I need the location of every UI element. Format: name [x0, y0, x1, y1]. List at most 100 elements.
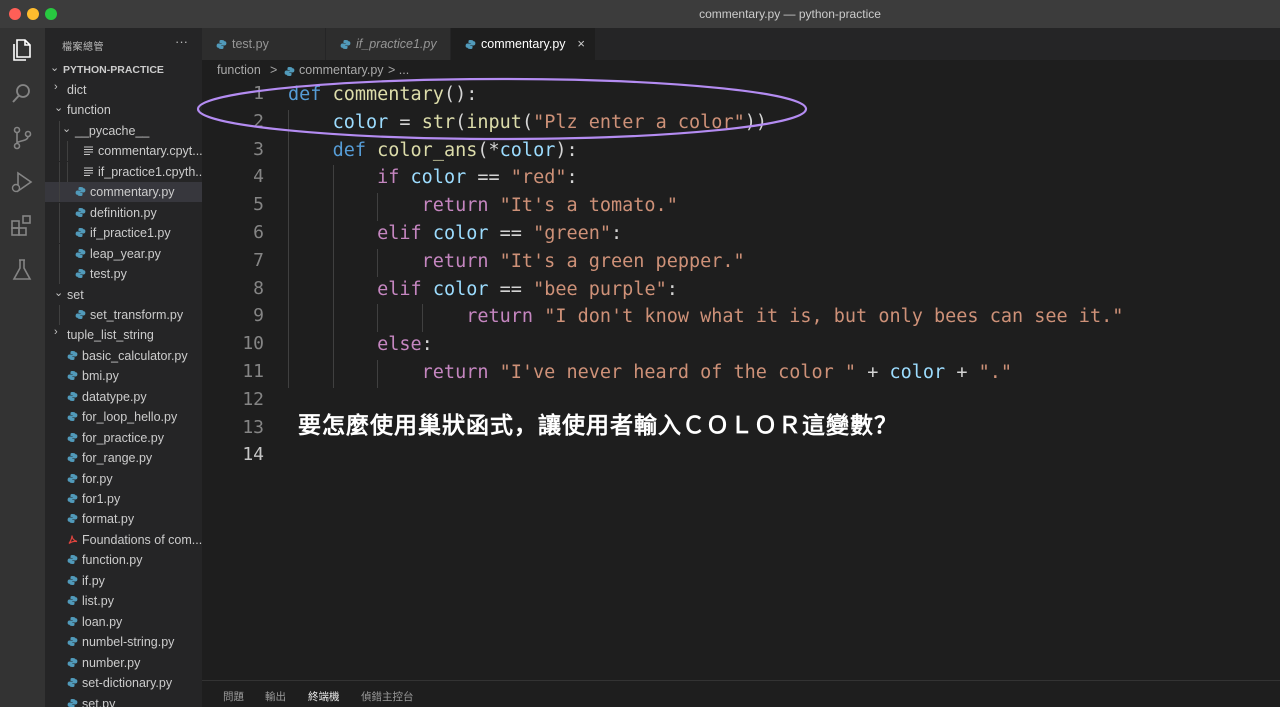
chevron-down-icon: ⌄ [50, 62, 60, 74]
tree-folder[interactable]: ⌄ set [45, 285, 202, 305]
python-file-icon [67, 432, 78, 443]
tree-file[interactable]: set.py [45, 694, 202, 707]
tree-item-label: set-dictionary.py [82, 676, 173, 691]
indent-guide [59, 202, 60, 223]
breadcrumb-folder[interactable]: function [217, 63, 261, 77]
close-tab-icon[interactable]: × [577, 36, 585, 51]
tree-item-label: __pycache__ [75, 123, 150, 138]
python-file-icon [75, 268, 86, 279]
panel-tab-problems[interactable]: 問題 [223, 689, 244, 704]
tree-file[interactable]: format.py [45, 509, 202, 529]
python-file-icon [67, 595, 78, 606]
tree-item-label: definition.py [90, 205, 157, 220]
python-file-icon [216, 39, 227, 50]
tree-folder[interactable]: › dict [45, 80, 202, 100]
tree-file[interactable]: if.py [45, 571, 202, 591]
extensions-icon[interactable] [8, 212, 36, 240]
source-control-icon[interactable] [8, 124, 36, 152]
tree-file[interactable]: for_loop_hello.py [45, 407, 202, 427]
tree-item-label: dict [67, 83, 87, 97]
breadcrumb-symbols[interactable]: > ... [388, 63, 409, 77]
files-icon[interactable] [8, 36, 36, 64]
tree-file[interactable]: commentary.py [45, 182, 202, 203]
tree-file[interactable]: list.py [45, 591, 202, 611]
tree-file[interactable]: definition.py [45, 202, 202, 223]
tree-file[interactable]: function.py [45, 550, 202, 570]
text-file-icon [83, 145, 94, 156]
pdf-file-icon [67, 534, 78, 545]
code-text: def commentary(): [288, 84, 478, 105]
tab-commentary-py[interactable]: commentary.py × [451, 28, 596, 60]
tree-file[interactable]: commentary.cpyt... [45, 141, 202, 162]
code-line[interactable]: 2 color = str(input("Plz enter a color")… [202, 110, 1280, 138]
tree-item-label: set [67, 287, 84, 302]
tab-if-practice1-py[interactable]: if_practice1.py [326, 28, 451, 60]
tree-file[interactable]: number.py [45, 653, 202, 673]
tree-file[interactable]: numbel-string.py [45, 632, 202, 652]
line-number: 3 [253, 138, 264, 160]
breadcrumb-file[interactable]: commentary.py [299, 63, 384, 77]
tab-label: test.py [232, 37, 269, 51]
code-line[interactable]: 4 if color == "red": [202, 165, 1280, 193]
code-line[interactable]: 1 def commentary(): [202, 82, 1280, 110]
indent-guide [59, 141, 60, 162]
run-debug-icon[interactable] [8, 168, 36, 196]
code-line[interactable]: 7 return "It's a green pepper." [202, 249, 1280, 277]
tree-file[interactable]: if_practice1.cpyth... [45, 161, 202, 182]
tree-file[interactable]: set_transform.py [45, 304, 202, 325]
code-line[interactable]: 9 return "I don't know what it is, but o… [202, 304, 1280, 332]
tree-file[interactable]: test.py [45, 264, 202, 285]
code-line[interactable]: 5 return "It's a tomato." [202, 193, 1280, 221]
tree-file[interactable]: for_range.py [45, 448, 202, 468]
tree-folder[interactable]: ⌄ __pycache__ [45, 120, 202, 141]
title-bar: commentary.py — python-practice [0, 0, 1280, 28]
breadcrumb-separator: > [270, 63, 278, 77]
chevron-right-icon: › [54, 326, 58, 339]
indent-guide [59, 243, 60, 264]
line-number: 8 [253, 277, 264, 299]
code-line[interactable]: 3 def color_ans(*color): [202, 138, 1280, 166]
python-file-icon [67, 636, 78, 647]
python-file-icon [67, 493, 78, 504]
code-line[interactable]: 6 elif color == "green": [202, 221, 1280, 249]
code-text: def color_ans(*color): [332, 139, 578, 161]
python-file-icon [67, 411, 78, 422]
tree-file[interactable]: basic_calculator.py [45, 346, 202, 366]
line-number: 11 [242, 361, 264, 382]
code-text: if color == "red": [377, 167, 578, 189]
tree-folder[interactable]: ⌄ function [45, 100, 202, 120]
tree-file[interactable]: for_practice.py [45, 428, 202, 448]
tab-label: commentary.py [481, 37, 566, 51]
testing-icon[interactable] [8, 256, 36, 284]
code-line[interactable]: 10 else: [202, 332, 1280, 360]
tree-file[interactable]: set-dictionary.py [45, 673, 202, 693]
explorer-header: 檔案總管 ··· [45, 28, 202, 60]
more-actions-icon[interactable]: ··· [175, 34, 188, 49]
panel-tab-terminal[interactable]: 終端機 [308, 689, 340, 704]
tree-file[interactable]: leap_year.py [45, 243, 202, 264]
tree-file[interactable]: loan.py [45, 612, 202, 632]
search-icon[interactable] [8, 80, 36, 108]
code-text: else: [377, 334, 433, 356]
code-line[interactable]: 11 return "I've never heard of the color… [202, 360, 1280, 388]
code-text: elif color == "green": [377, 223, 623, 244]
explorer-root-folder[interactable]: ⌄ PYTHON-PRACTICE [45, 60, 202, 80]
tree-item-label: commentary.py [90, 185, 175, 200]
tree-file[interactable]: bmi.py [45, 366, 202, 386]
code-line[interactable]: 14 [202, 443, 1280, 471]
panel-tab-output[interactable]: 輸出 [265, 689, 286, 704]
tree-file[interactable]: for.py [45, 469, 202, 489]
tree-item-label: basic_calculator.py [82, 348, 188, 363]
line-number: 10 [242, 333, 264, 355]
tree-folder[interactable]: › tuple_list_string [45, 325, 202, 345]
tree-file[interactable]: if_practice1.py [45, 223, 202, 244]
code-line[interactable]: 8 elif color == "bee purple": [202, 277, 1280, 305]
tree-file[interactable]: datatype.py [45, 387, 202, 407]
python-file-icon [67, 677, 78, 688]
code-editor[interactable]: 1 def commentary(): 2 color = str(input("P… [196, 77, 1280, 680]
tree-file[interactable]: Foundations of com... [45, 530, 202, 550]
panel-tab-debug-console[interactable]: 偵錯主控台 [361, 689, 414, 704]
tab-test-py[interactable]: test.py [202, 28, 326, 60]
code-text: color = str(input("Plz enter a color")) [332, 111, 767, 133]
tree-file[interactable]: for1.py [45, 489, 202, 509]
